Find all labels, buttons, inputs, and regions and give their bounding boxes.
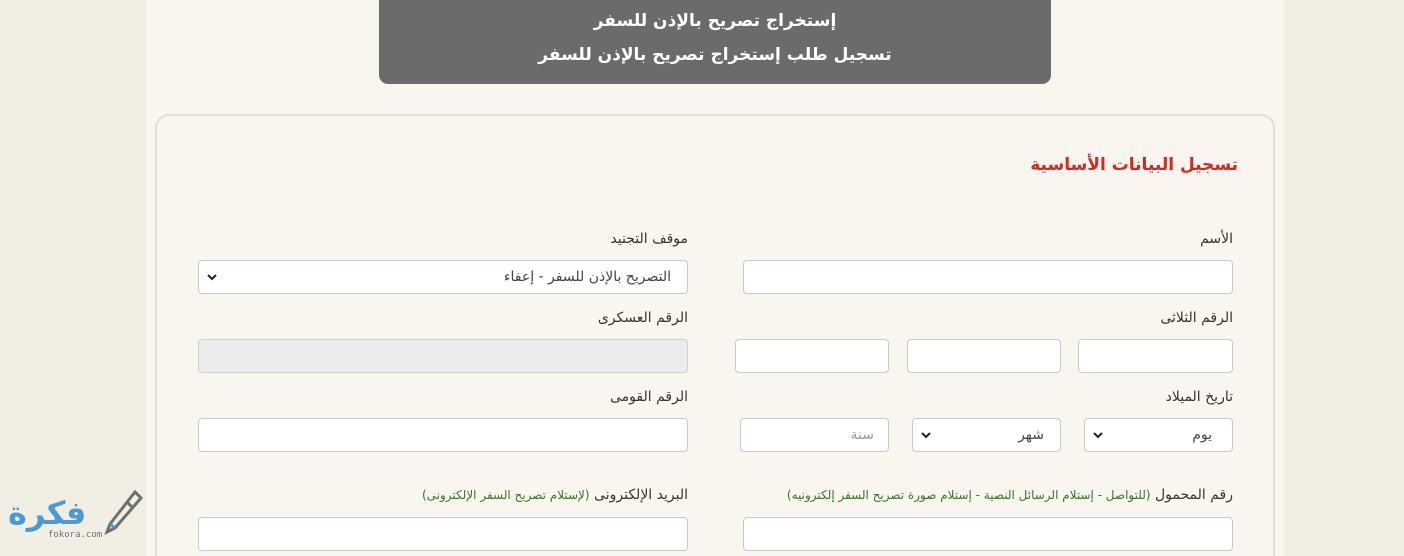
military-number-label: الرقم العسكرى [597, 310, 688, 326]
mobile-input[interactable] [743, 517, 1233, 551]
name-label: الأسم [1200, 231, 1233, 247]
birth-year-input[interactable]: سنة [740, 418, 889, 452]
birth-month-value: شهر [1018, 427, 1044, 443]
name-input[interactable] [743, 260, 1233, 294]
birth-day-select[interactable]: يوم [1084, 418, 1233, 452]
national-id-label: الرقم القومى [610, 389, 688, 405]
email-label: البريد الإلكترونى [594, 487, 688, 503]
email-input[interactable] [198, 517, 688, 551]
banner-subtitle: تسجيل طلب إستخراج تصريح بالإذن للسفر [538, 45, 892, 65]
email-label-group: البريد الإلكترونى (لإستلام تصريح السفر ا… [422, 487, 688, 503]
national-id-input[interactable] [198, 418, 688, 452]
chevron-down-icon [1091, 426, 1105, 444]
site-logo: فكرة fokora.com [6, 488, 146, 546]
conscription-select[interactable]: التصريح بالإذن للسفر - إعفاء [198, 260, 688, 294]
conscription-selected-value: التصريح بالإذن للسفر - إعفاء [503, 269, 671, 285]
triple-number-part-2[interactable] [907, 339, 1061, 373]
mobile-label-group: رقم المحمول (للتواصل - إستلام الرسائل ال… [787, 487, 1233, 503]
page-banner: إستخراج تصريح بالإذن للسفر تسجيل طلب إست… [379, 0, 1051, 84]
conscription-label: موقف التجنيد [610, 231, 688, 247]
mobile-hint: (للتواصل - إستلام الرسائل النصية - إستلا… [786, 488, 1151, 502]
chevron-down-icon [919, 426, 933, 444]
chevron-down-icon [205, 268, 219, 286]
birthdate-label: تاريخ الميلاد [1165, 389, 1233, 405]
military-number-input [198, 339, 688, 373]
birth-year-placeholder: سنة [850, 427, 874, 443]
section-title: تسجيل البيانات الأساسية [1030, 155, 1238, 175]
email-hint: (لإستلام تصريح السفر الإلكترونى) [421, 488, 590, 502]
triple-number-part-1[interactable] [1078, 339, 1233, 373]
mobile-label: رقم المحمول [1154, 487, 1233, 503]
triple-number-label: الرقم الثلاثى [1160, 310, 1233, 326]
logo-text: فكرة [8, 494, 87, 532]
pencil-icon [101, 488, 145, 542]
triple-number-part-3[interactable] [735, 339, 889, 373]
birth-month-select[interactable]: شهر [912, 418, 1061, 452]
banner-title: إستخراج تصريح بالإذن للسفر [593, 11, 837, 31]
logo-domain: fokora.com [48, 530, 103, 540]
birth-day-value: يوم [1192, 427, 1212, 443]
